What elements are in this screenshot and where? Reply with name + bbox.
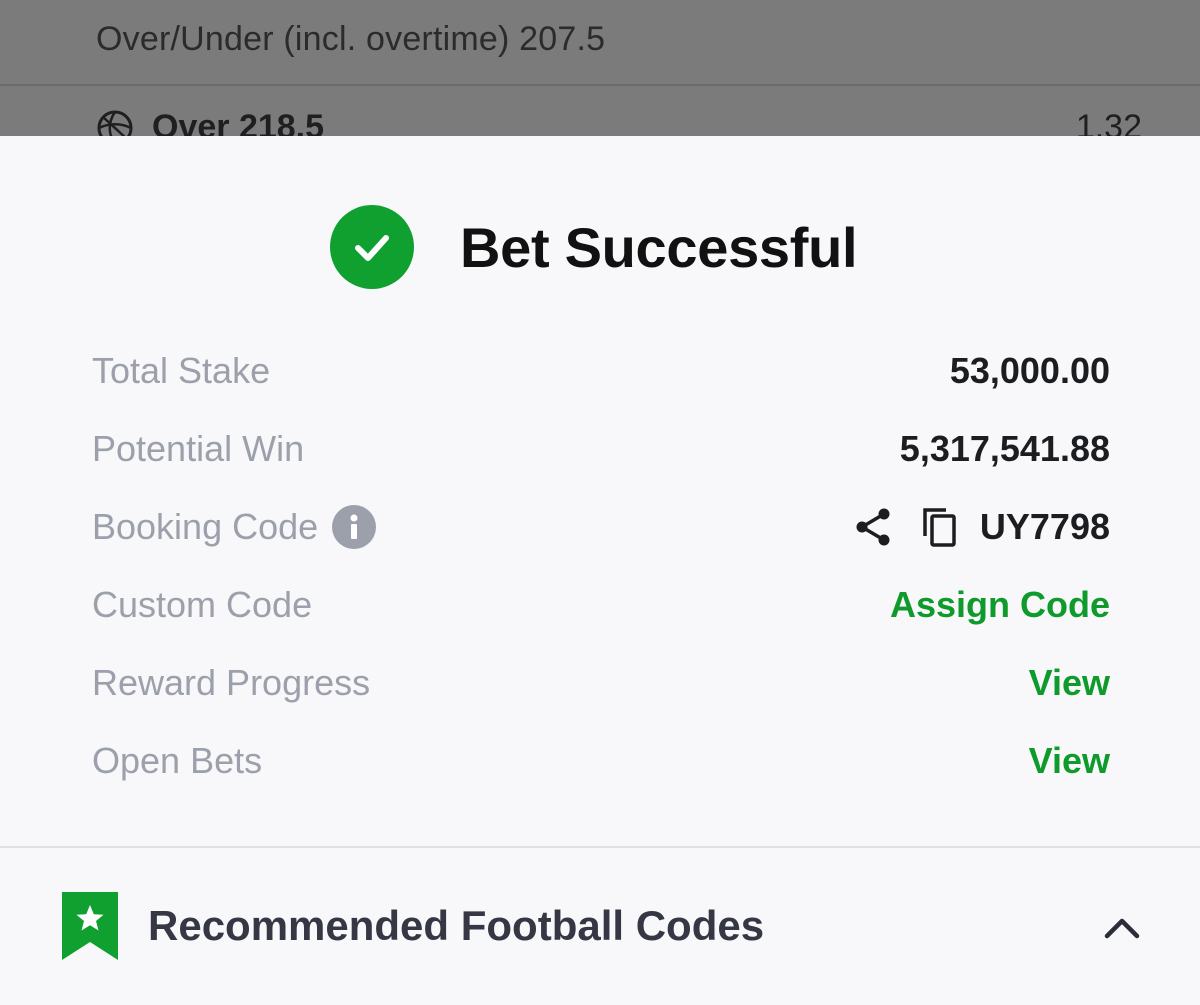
check-circle-icon (330, 205, 414, 289)
assign-code-link[interactable]: Assign Code (890, 584, 1110, 626)
total-stake-label: Total Stake (92, 350, 271, 391)
booking-code-label: Booking Code (92, 506, 319, 547)
success-header: Bet Successful (330, 205, 858, 289)
reward-progress-row: Reward Progress View (92, 644, 1110, 722)
custom-code-row: Custom Code Assign Code (92, 566, 1110, 644)
info-icon[interactable] (332, 505, 377, 549)
success-title: Bet Successful (460, 215, 858, 279)
booking-code-value-wrap: UY7798 (852, 505, 1110, 549)
potential-win-row: Potential Win 5,317,541.88 (92, 410, 1110, 488)
custom-code-label: Custom Code (92, 584, 313, 625)
chevron-up-icon[interactable] (1102, 908, 1142, 948)
potential-win-value: 5,317,541.88 (899, 428, 1110, 469)
bookmark-star-icon (62, 892, 118, 960)
potential-win-label: Potential Win (92, 428, 305, 469)
bet-slip-page: Over/Under (incl. overtime) 207.5 Over 2… (0, 0, 1200, 1005)
recommended-codes-title: Recommended Football Codes (148, 902, 765, 949)
open-bets-row: Open Bets View (92, 722, 1110, 800)
market-title: Over/Under (incl. overtime) 207.5 (96, 20, 606, 58)
background-overlay[interactable]: Over/Under (incl. overtime) 207.5 Over 2… (0, 0, 1200, 140)
open-bets-view-link[interactable]: View (1029, 740, 1110, 782)
booking-code-label-wrap: Booking Code (92, 505, 377, 549)
reward-progress-view-link[interactable]: View (1029, 662, 1110, 704)
bet-confirmation-sheet: Bet Successful Total Stake 53,000.00 Pot… (0, 136, 1200, 1005)
recommended-codes-header[interactable]: Recommended Football Codes (0, 848, 1200, 1005)
open-bets-label: Open Bets (92, 740, 263, 781)
reward-progress-label: Reward Progress (92, 662, 371, 703)
copy-icon[interactable] (918, 505, 962, 549)
total-stake-row: Total Stake 53,000.00 (92, 332, 1110, 410)
share-icon[interactable] (852, 505, 896, 549)
total-stake-value: 53,000.00 (949, 350, 1110, 391)
market-selection-row: Over 218.5 1.32 (0, 86, 1200, 140)
booking-code-value[interactable]: UY7798 (980, 506, 1110, 548)
bet-details: Total Stake 53,000.00 Potential Win 5,31… (92, 332, 1110, 800)
booking-code-row: Booking Code UY7798 (92, 488, 1110, 566)
